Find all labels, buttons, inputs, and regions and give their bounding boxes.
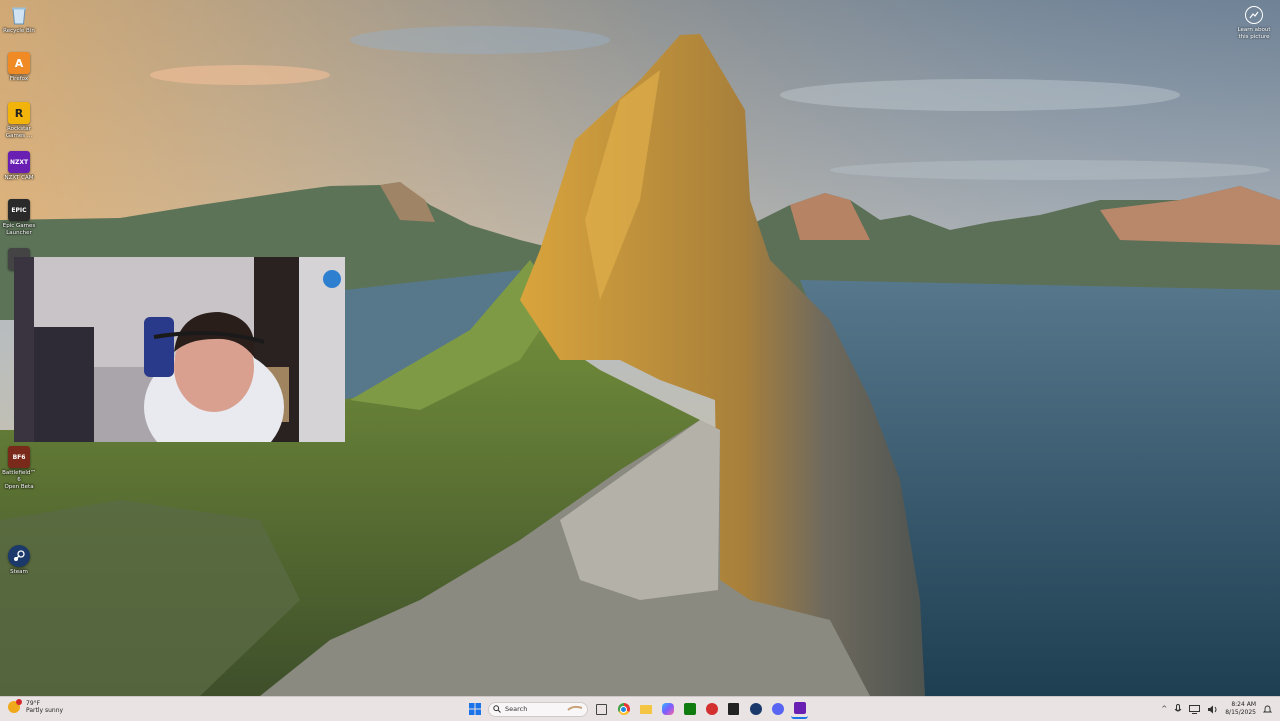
taskbar-center: Search: [466, 700, 808, 719]
weather-alert-icon: [16, 699, 22, 705]
xbox-icon: [683, 703, 696, 715]
rockstar-launcher-icon: [705, 703, 718, 715]
desktop-icon-label: Firefox: [9, 76, 29, 82]
camera-icon: [1245, 6, 1263, 24]
steam-icon: [8, 545, 30, 567]
file-explorer-icon: [639, 704, 652, 714]
desktop-icon-label: Steam: [10, 569, 28, 575]
desktop-icon-label: Rockstar Games ...: [5, 126, 33, 139]
xbox-button[interactable]: [681, 701, 698, 718]
desktop-icon-recycle-bin[interactable]: Recycle Bin: [0, 4, 38, 35]
search-highlight-icon: [567, 705, 583, 711]
taskbar-search-box[interactable]: Search: [488, 701, 588, 717]
notification-icon[interactable]: [1263, 705, 1272, 714]
nzxt-taskbar-button[interactable]: [791, 700, 808, 719]
desktop-icon-epic-games[interactable]: EPIC Epic Games Launcher: [0, 199, 38, 237]
file-explorer-button[interactable]: [637, 701, 654, 718]
desktop-icon-label: NZXT CAM: [4, 175, 34, 181]
weather-text: 79°F Partly sunny: [26, 700, 63, 714]
app-icon: A: [8, 52, 30, 74]
webcam-overlay: [14, 257, 345, 442]
search-placeholder: Search: [505, 705, 528, 713]
epic-games-launcher-button[interactable]: [725, 701, 742, 718]
rockstar-icon: R: [8, 102, 30, 124]
learn-about-picture-label: Learn about this picture: [1237, 27, 1271, 40]
nzxt-cam-icon: NZXT: [8, 151, 30, 173]
rockstar-launcher-button[interactable]: [703, 701, 720, 718]
desktop-icon-label: Recycle Bin: [3, 28, 35, 34]
webcam-feed-image: [14, 257, 345, 442]
chrome-icon: [617, 703, 630, 715]
clock-time: 8:24 AM: [1231, 701, 1256, 708]
task-view-icon: [596, 703, 607, 715]
epic-games-icon: EPIC: [8, 199, 30, 221]
weather-condition: Partly sunny: [26, 707, 64, 714]
show-hidden-icons-button[interactable]: ^: [1161, 705, 1167, 713]
steam-taskbar-button[interactable]: [747, 701, 764, 718]
recycle-bin-icon: [8, 4, 30, 26]
nzxt-taskbar-icon: [793, 702, 806, 714]
windows-logo-icon: [468, 703, 481, 715]
copilot-button[interactable]: [659, 701, 676, 718]
discord-button[interactable]: [769, 701, 786, 718]
battlefield-icon: BF6: [8, 446, 30, 468]
desktop-icon-rockstar[interactable]: R Rockstar Games ...: [0, 102, 38, 140]
chrome-button[interactable]: [615, 701, 632, 718]
weather-temp: 79°F: [26, 700, 41, 707]
clock-date: 8/15/2025: [1225, 709, 1256, 716]
desktop-icon-label: Battlefield™ 6 Open Beta: [2, 470, 36, 490]
desktop-icon-nzxt-cam[interactable]: NZXT NZXT CAM: [0, 151, 38, 182]
monitor-icon[interactable]: [1189, 704, 1201, 714]
discord-icon: [771, 703, 784, 715]
epic-games-launcher-icon: [728, 703, 739, 715]
volume-icon[interactable]: [1207, 705, 1218, 714]
taskbar: 79°F Partly sunny Search ^ 8:24 AM 8/15/…: [0, 696, 1280, 721]
desktop-icon-steam[interactable]: Steam: [0, 545, 38, 576]
copilot-icon: [661, 703, 674, 715]
desktop-icon-app[interactable]: A Firefox: [0, 52, 38, 83]
sun-icon: [8, 699, 22, 713]
task-view-button[interactable]: [593, 701, 610, 718]
start-button[interactable]: [466, 701, 483, 718]
system-tray: ^ 8:24 AM 8/15/2025: [1161, 699, 1272, 719]
steam-taskbar-icon: [749, 703, 762, 715]
desktop: Recycle Bin A Firefox R Rockstar Games .…: [0, 0, 1280, 696]
desktop-icon-battlefield[interactable]: BF6 Battlefield™ 6 Open Beta: [0, 446, 38, 491]
microphone-icon[interactable]: [1174, 704, 1182, 714]
clock[interactable]: 8:24 AM 8/15/2025: [1225, 701, 1256, 717]
learn-about-picture-button[interactable]: Learn about this picture: [1234, 6, 1274, 40]
weather-widget[interactable]: 79°F Partly sunny: [8, 699, 63, 714]
search-icon: [493, 705, 501, 713]
desktop-icon-label: Epic Games Launcher: [2, 223, 36, 236]
